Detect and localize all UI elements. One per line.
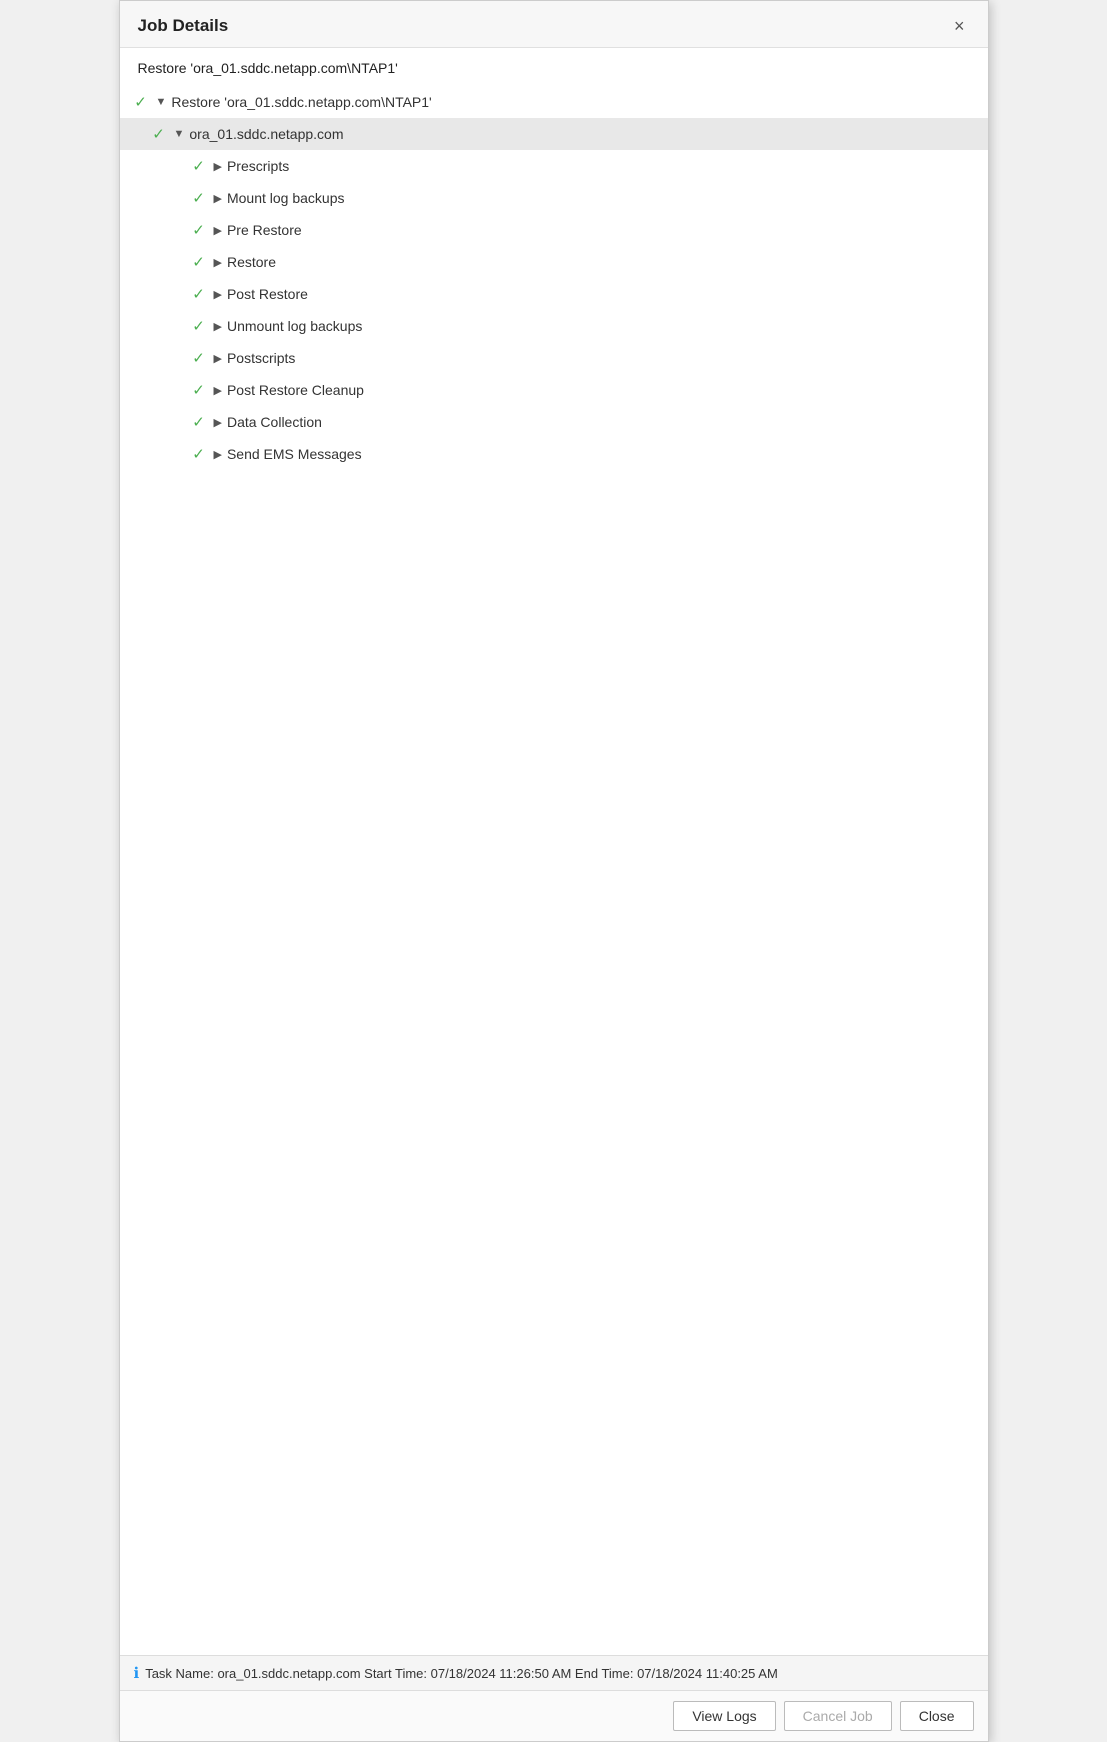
- tree-item-postscripts[interactable]: ✓ ▶ Postscripts: [120, 342, 988, 374]
- check-icon-data-collection: ✓: [190, 413, 208, 431]
- expand-arrow-restore[interactable]: ▶: [214, 256, 222, 269]
- info-icon: ℹ: [134, 1664, 140, 1682]
- expand-arrow-host[interactable]: ▼: [174, 128, 185, 140]
- expand-arrow-send-ems-messages[interactable]: ▶: [214, 448, 222, 461]
- check-icon-mount-log-backups: ✓: [190, 189, 208, 207]
- check-icon-root: ✓: [132, 93, 150, 111]
- tree-item-prescripts[interactable]: ✓ ▶ Prescripts: [120, 150, 988, 182]
- expand-arrow-unmount-log-backups[interactable]: ▶: [214, 320, 222, 333]
- check-icon-restore: ✓: [190, 253, 208, 271]
- check-icon-post-restore: ✓: [190, 285, 208, 303]
- tree-item-send-ems-messages[interactable]: ✓ ▶ Send EMS Messages: [120, 438, 988, 470]
- tree-item-label-post-restore-cleanup: Post Restore Cleanup: [227, 382, 364, 398]
- dialog-title: Job Details: [138, 16, 229, 36]
- tree-item-label-mount-log-backups: Mount log backups: [227, 190, 345, 206]
- tree-item-mount-log-backups[interactable]: ✓ ▶ Mount log backups: [120, 182, 988, 214]
- tree-container: ✓ ▼ Restore 'ora_01.sddc.netapp.com\NTAP1…: [120, 86, 988, 470]
- tree-item-post-restore-cleanup[interactable]: ✓ ▶ Post Restore Cleanup: [120, 374, 988, 406]
- tree-item-pre-restore[interactable]: ✓ ▶ Pre Restore: [120, 214, 988, 246]
- check-icon-prescripts: ✓: [190, 157, 208, 175]
- tree-item-label-restore: Restore: [227, 254, 276, 270]
- tree-item-label-prescripts: Prescripts: [227, 158, 289, 174]
- tree-item-label-pre-restore: Pre Restore: [227, 222, 302, 238]
- tree-item-label-host: ora_01.sddc.netapp.com: [189, 126, 343, 142]
- tree-item-label-send-ems-messages: Send EMS Messages: [227, 446, 362, 462]
- tree-item-label-post-restore: Post Restore: [227, 286, 308, 302]
- check-icon-post-restore-cleanup: ✓: [190, 381, 208, 399]
- dialog-body: ✓ ▼ Restore 'ora_01.sddc.netapp.com\NTAP1…: [120, 86, 988, 1655]
- expand-arrow-pre-restore[interactable]: ▶: [214, 224, 222, 237]
- check-icon-pre-restore: ✓: [190, 221, 208, 239]
- close-button[interactable]: Close: [900, 1701, 974, 1731]
- tree-item-data-collection[interactable]: ✓ ▶ Data Collection: [120, 406, 988, 438]
- tree-item-root[interactable]: ✓ ▼ Restore 'ora_01.sddc.netapp.com\NTAP1…: [120, 86, 988, 118]
- expand-arrow-post-restore-cleanup[interactable]: ▶: [214, 384, 222, 397]
- close-icon-button[interactable]: ×: [949, 15, 970, 37]
- dialog-subtitle: Restore 'ora_01.sddc.netapp.com\NTAP1': [120, 48, 988, 86]
- expand-arrow-mount-log-backups[interactable]: ▶: [214, 192, 222, 205]
- job-details-dialog: Job Details × Restore 'ora_01.sddc.netap…: [119, 0, 989, 1742]
- status-bar-text: Task Name: ora_01.sddc.netapp.com Start …: [145, 1666, 778, 1681]
- expand-arrow-root[interactable]: ▼: [156, 96, 167, 108]
- cancel-job-button[interactable]: Cancel Job: [784, 1701, 892, 1731]
- tree-item-label-data-collection: Data Collection: [227, 414, 322, 430]
- expand-arrow-post-restore[interactable]: ▶: [214, 288, 222, 301]
- dialog-header: Job Details ×: [120, 1, 988, 48]
- check-icon-unmount-log-backups: ✓: [190, 317, 208, 335]
- check-icon-postscripts: ✓: [190, 349, 208, 367]
- view-logs-button[interactable]: View Logs: [673, 1701, 775, 1731]
- status-bar: ℹ Task Name: ora_01.sddc.netapp.com Star…: [120, 1655, 988, 1690]
- check-icon-host: ✓: [150, 125, 168, 143]
- tree-item-label-postscripts: Postscripts: [227, 350, 295, 366]
- tree-item-label-unmount-log-backups: Unmount log backups: [227, 318, 362, 334]
- tree-item-restore[interactable]: ✓ ▶ Restore: [120, 246, 988, 278]
- expand-arrow-data-collection[interactable]: ▶: [214, 416, 222, 429]
- tree-item-host[interactable]: ✓ ▼ ora_01.sddc.netapp.com: [120, 118, 988, 150]
- dialog-footer: View Logs Cancel Job Close: [120, 1690, 988, 1741]
- tree-item-label-root: Restore 'ora_01.sddc.netapp.com\NTAP1': [171, 94, 431, 110]
- expand-arrow-postscripts[interactable]: ▶: [214, 352, 222, 365]
- tree-item-post-restore[interactable]: ✓ ▶ Post Restore: [120, 278, 988, 310]
- tree-item-unmount-log-backups[interactable]: ✓ ▶ Unmount log backups: [120, 310, 988, 342]
- check-icon-send-ems-messages: ✓: [190, 445, 208, 463]
- expand-arrow-prescripts[interactable]: ▶: [214, 160, 222, 173]
